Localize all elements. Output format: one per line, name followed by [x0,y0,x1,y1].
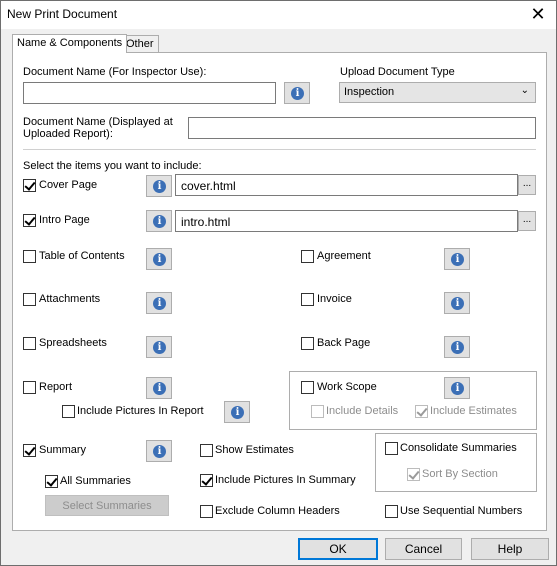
help-button[interactable]: Help [471,538,549,560]
info-icon: i [451,253,464,266]
select-items-label: Select the items you want to include: [23,160,202,172]
work-scope-checkbox[interactable] [301,381,314,394]
invoice-info-button[interactable]: i [444,292,470,314]
info-icon: i [451,297,464,310]
exclude-column-headers-checkbox[interactable] [200,505,213,518]
table-of-contents-checkbox[interactable] [23,250,36,263]
new-print-document-dialog: New Print Document ✕ Name & Components O… [0,0,557,566]
info-icon: i [153,253,166,266]
summary-info-button[interactable]: i [146,440,172,462]
doc-name-info-button[interactable]: i [284,82,310,104]
cover-page-browse-button[interactable]: ... [518,175,536,195]
info-icon: i [291,87,304,100]
tab-name-components[interactable]: Name & Components [12,34,128,53]
window-title: New Print Document [7,7,118,21]
include-pictures-in-report-info-button[interactable]: i [224,401,250,423]
info-icon: i [153,215,166,228]
intro-page-browse-button[interactable]: ... [518,211,536,231]
all-summaries-label: All Summaries [60,475,131,487]
back-page-info-button[interactable]: i [444,336,470,358]
include-pictures-in-summary-label: Include Pictures In Summary [215,474,356,486]
cover-page-label: Cover Page [39,179,98,191]
use-sequential-numbers-label: Use Sequential Numbers [400,505,523,517]
invoice-label: Invoice [317,293,352,305]
sort-by-section-label: Sort By Section [422,468,498,480]
report-info-button[interactable]: i [146,377,172,399]
info-icon: i [451,341,464,354]
include-estimates-label: Include Estimates [430,405,517,417]
separator [23,149,536,150]
upload-type-label: Upload Document Type [340,66,455,78]
sort-by-section-checkbox[interactable] [407,468,420,481]
work-scope-label: Work Scope [317,381,377,393]
all-summaries-checkbox[interactable] [45,475,58,488]
spreadsheets-info-button[interactable]: i [146,336,172,358]
consolidate-summaries-label: Consolidate Summaries [400,442,517,454]
back-page-label: Back Page [317,337,371,349]
include-details-checkbox[interactable] [311,405,324,418]
cover-page-file-input[interactable]: cover.html [175,174,518,196]
work-scope-info-button[interactable]: i [444,377,470,399]
cover-page-checkbox[interactable] [23,179,36,192]
chevron-down-icon: ⌄ [520,85,529,96]
back-page-checkbox[interactable] [301,337,314,350]
attachments-label: Attachments [39,293,101,305]
attachments-checkbox[interactable] [23,293,36,306]
doc-display-input[interactable] [188,117,536,139]
upload-type-select[interactable]: Inspection ⌄ [339,82,536,103]
name-components-panel: Document Name (For Inspector Use): i Upl… [12,52,547,531]
info-icon: i [153,445,166,458]
intro-page-file-input[interactable]: intro.html [175,210,518,232]
table-of-contents-label: Table of Contents [39,250,125,262]
exclude-column-headers-label: Exclude Column Headers [215,505,340,517]
include-estimates-checkbox[interactable] [415,405,428,418]
info-icon: i [153,382,166,395]
spreadsheets-checkbox[interactable] [23,337,36,350]
summary-checkbox[interactable] [23,444,36,457]
work-scope-group [289,371,537,430]
show-estimates-label: Show Estimates [215,444,294,456]
info-icon: i [153,341,166,354]
cancel-button[interactable]: Cancel [385,538,462,560]
doc-display-label-line2: Uploaded Report): [23,128,113,140]
intro-page-checkbox[interactable] [23,214,36,227]
summary-label: Summary [39,444,87,456]
intro-page-label: Intro Page [39,214,90,226]
spreadsheets-label: Spreadsheets [39,337,107,349]
include-pictures-in-report-checkbox[interactable] [62,405,75,418]
report-label: Report [39,381,73,393]
ok-button[interactable]: OK [298,538,378,560]
show-estimates-checkbox[interactable] [200,444,213,457]
use-sequential-numbers-checkbox[interactable] [385,505,398,518]
table-of-contents-info-button[interactable]: i [146,248,172,270]
cover-page-info-button[interactable]: i [146,175,172,197]
doc-name-label: Document Name (For Inspector Use): [23,66,207,78]
info-icon: i [451,382,464,395]
attachments-info-button[interactable]: i [146,292,172,314]
agreement-info-button[interactable]: i [444,248,470,270]
invoice-checkbox[interactable] [301,293,314,306]
title-bar: New Print Document ✕ [1,1,556,29]
report-checkbox[interactable] [23,381,36,394]
agreement-checkbox[interactable] [301,250,314,263]
intro-page-info-button[interactable]: i [146,210,172,232]
agreement-label: Agreement [317,250,371,262]
consolidate-summaries-checkbox[interactable] [385,442,398,455]
doc-display-label-line1: Document Name (Displayed at [23,116,173,128]
doc-name-input[interactable] [23,82,276,104]
include-details-label: Include Details [326,405,399,417]
upload-type-value: Inspection [344,86,395,98]
select-summaries-button[interactable]: Select Summaries [45,495,169,516]
include-pictures-in-report-label: Include Pictures In Report [77,405,204,417]
include-pictures-in-summary-checkbox[interactable] [200,474,213,487]
info-icon: i [231,406,244,419]
info-icon: i [153,180,166,193]
close-icon[interactable]: ✕ [528,4,548,24]
info-icon: i [153,297,166,310]
